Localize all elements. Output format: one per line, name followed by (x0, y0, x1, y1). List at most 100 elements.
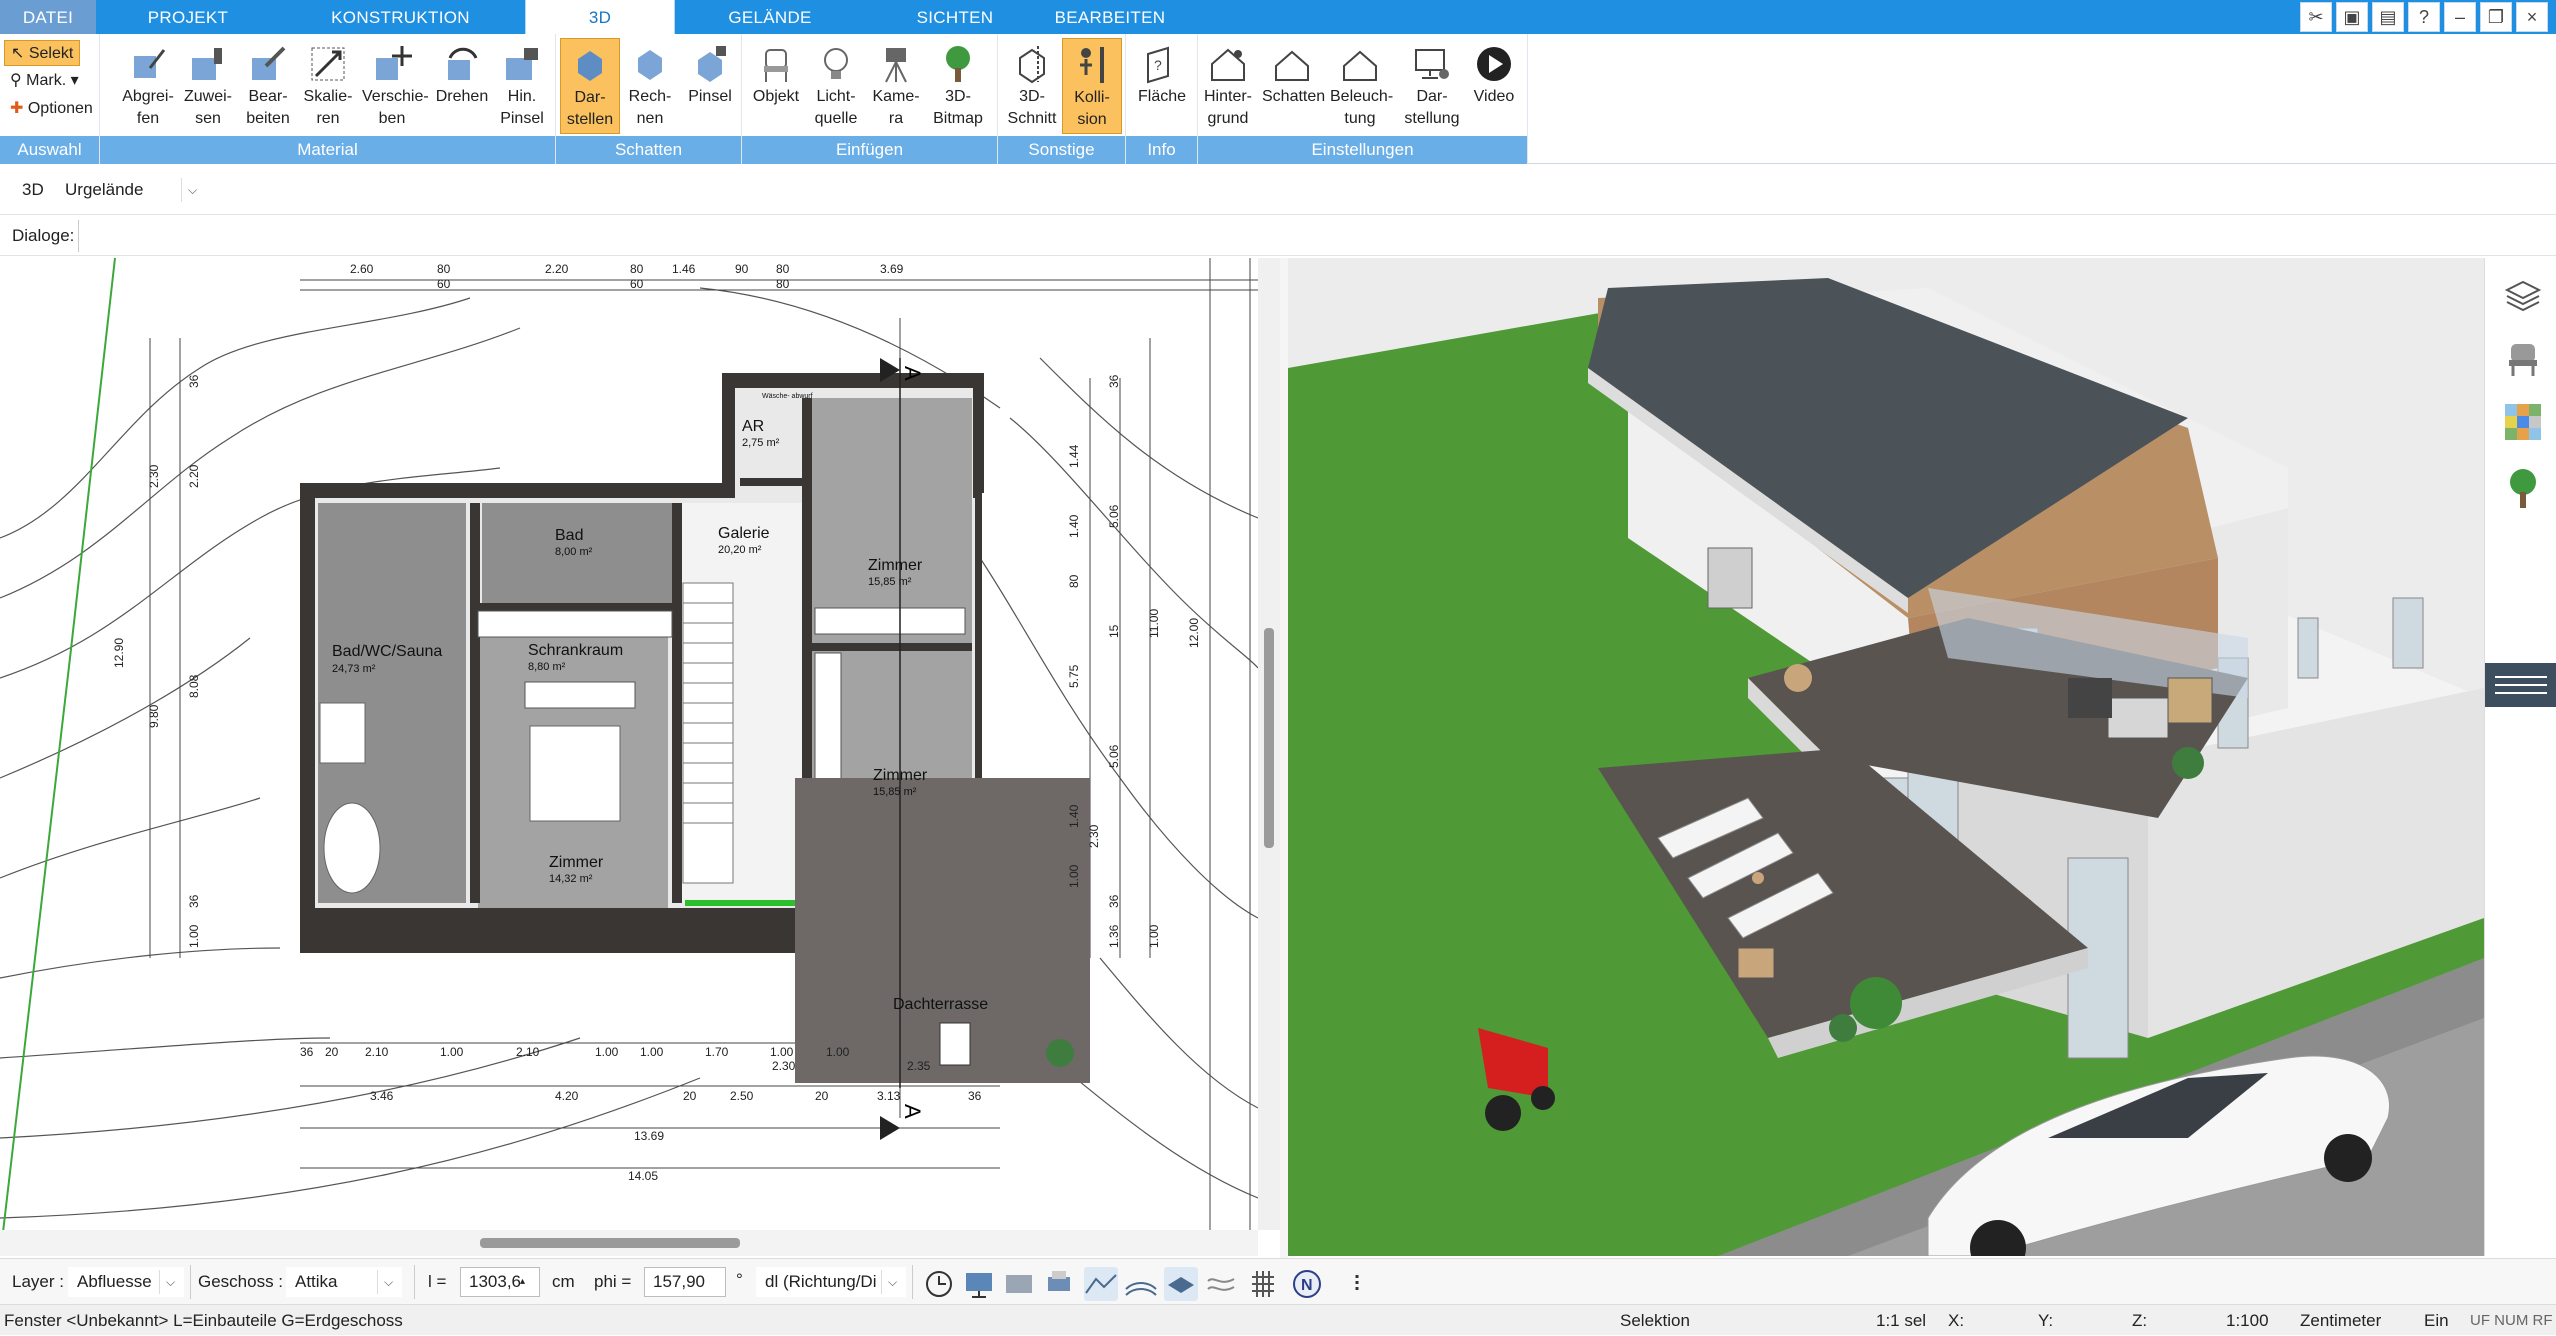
status-x: X: (1948, 1311, 1965, 1330)
view-splitter[interactable] (1280, 258, 1288, 1258)
layers-icon[interactable] (2503, 276, 2543, 316)
objekt-button[interactable]: Objekt (746, 38, 806, 134)
rotate-icon (448, 47, 478, 80)
tab-bearbeiten[interactable]: BEARBEITEN (1040, 0, 1180, 34)
mark-button[interactable]: ⚲ Mark. ▾ (4, 68, 85, 94)
layer-select[interactable]: Abfluesse ⌵ (68, 1267, 184, 1297)
svg-text:1.36: 1.36 (1107, 924, 1121, 948)
status-unit: Zentimeter (2300, 1311, 2382, 1330)
svg-text:2.30: 2.30 (1087, 824, 1101, 848)
minimize-icon[interactable]: – (2444, 2, 2476, 32)
dl-select[interactable]: dl (Richtung/Di ⌵ (756, 1267, 906, 1297)
3d-render[interactable] (1288, 258, 2484, 1256)
svg-text:?: ? (1154, 57, 1162, 73)
render-icon[interactable] (1002, 1267, 1036, 1301)
north-icon[interactable]: N (1290, 1267, 1324, 1301)
layer-stack-icon[interactable] (1164, 1267, 1198, 1301)
svg-text:20: 20 (683, 1089, 697, 1103)
length-input[interactable]: 1303,6 (460, 1267, 540, 1297)
grid-icon[interactable] (1246, 1267, 1280, 1301)
options-button[interactable]: ✚ Optionen (4, 96, 99, 122)
svg-text:36: 36 (968, 1089, 982, 1103)
divider (190, 1265, 191, 1299)
drehen-button[interactable]: Drehen (432, 38, 492, 134)
materials-icon[interactable] (2503, 402, 2543, 442)
tools-icon[interactable]: ✂ (2300, 2, 2332, 32)
3d-view[interactable] (1288, 258, 2484, 1256)
monitor-icon[interactable] (962, 1267, 996, 1301)
print-icon[interactable] (1042, 1267, 1076, 1301)
plan-vertical-scrollbar[interactable] (1258, 258, 1280, 1230)
length-stepper[interactable]: ▴ (520, 1267, 525, 1297)
svg-text:90: 90 (735, 262, 749, 276)
status-ein: Ein (2424, 1311, 2449, 1330)
svg-text:2.30: 2.30 (772, 1059, 796, 1073)
floor-plan-view[interactable]: A A Bad/WC/Sauna 24,73 m² Bad 8,00 m² Ga… (0, 258, 1258, 1230)
svg-text:60: 60 (437, 277, 451, 291)
plan-horizontal-scrollbar[interactable] (0, 1230, 1258, 1256)
skalieren-button[interactable]: Skalie- ren (298, 38, 358, 134)
flaeche-button[interactable]: ? Fläche (1132, 38, 1192, 134)
contour-view-icon[interactable] (1124, 1267, 1158, 1301)
tab-sichten[interactable]: SICHTEN (890, 0, 1020, 34)
dialog-toolbar: Dialoge: (0, 216, 2556, 256)
clock-icon[interactable] (922, 1267, 956, 1301)
darstellung-button[interactable]: Dar- stellung (1402, 38, 1462, 134)
lichtquelle-button[interactable]: Licht- quelle (806, 38, 866, 134)
restore-icon[interactable]: ❐ (2480, 2, 2512, 32)
tab-gelaende[interactable]: GELÄNDE (700, 0, 840, 34)
tab-projekt[interactable]: PROJEKT (118, 0, 258, 34)
beleuchtung-button[interactable]: Beleuch- tung (1330, 38, 1393, 134)
terrain-select[interactable]: Urgelände ⌵ (56, 175, 206, 205)
room-area: 24,73 m² (332, 663, 376, 675)
geschoss-select[interactable]: Attika ⌵ (286, 1267, 402, 1297)
group-label-schatten: Schatten (556, 136, 741, 164)
abgreifen-button[interactable]: Abgrei- fen (118, 38, 178, 134)
hin-pinsel-button[interactable]: Hin. Pinsel (492, 38, 552, 134)
select-button[interactable]: ↖ Selekt (4, 40, 81, 66)
svg-text:2.30: 2.30 (147, 464, 161, 488)
window-icon[interactable]: ▣ (2336, 2, 2368, 32)
furniture-icon[interactable] (2503, 338, 2543, 378)
rechnen-button[interactable]: Rech- nen (620, 38, 680, 134)
3d-schnitt-button[interactable]: 3D- Schnitt (1002, 38, 1062, 134)
tab-3d[interactable]: 3D (525, 0, 675, 34)
plant-pot (1829, 1014, 1857, 1042)
help-icon[interactable]: ? (2408, 2, 2440, 32)
palette-icon[interactable]: ▤ (2372, 2, 2404, 32)
3d-bitmap-button[interactable]: 3D- Bitmap (928, 38, 988, 134)
schatten-pinsel-button[interactable]: Pinsel (680, 38, 740, 134)
kollision-button[interactable]: Kolli- sion (1062, 38, 1122, 134)
hintergrund-button[interactable]: Hinter- grund (1198, 38, 1258, 134)
layer-label: Layer : (12, 1272, 64, 1291)
plants-icon[interactable] (2503, 466, 2543, 510)
more-icon[interactable] (1340, 1267, 1374, 1301)
group-label-auswahl: Auswahl (0, 136, 99, 164)
kamera-button[interactable]: Kame- ra (866, 38, 926, 134)
scroll-thumb[interactable] (480, 1238, 740, 1248)
floor-plan-canvas[interactable]: A A Bad/WC/Sauna 24,73 m² Bad 8,00 m² Ga… (0, 258, 1258, 1230)
phi-label: phi = (594, 1272, 632, 1291)
phi-input[interactable]: 157,90 (644, 1267, 726, 1297)
svg-text:11.00: 11.00 (1147, 609, 1161, 638)
close-icon[interactable]: × (2516, 2, 2548, 32)
zuweisen-button[interactable]: Zuwei- sen (178, 38, 238, 134)
bearbeiten-button[interactable]: Bear- beiten (238, 38, 298, 134)
menu-icon[interactable] (2485, 663, 2556, 707)
terrain-view-icon[interactable] (1084, 1267, 1118, 1301)
eyedropper-icon (134, 49, 166, 78)
monitor-settings-icon (1415, 49, 1449, 79)
tab-datei[interactable]: DATEI (0, 0, 96, 34)
verschieben-button[interactable]: Verschie- ben (362, 38, 429, 134)
svg-text:12.00: 12.00 (1187, 618, 1201, 648)
wave-icon[interactable] (1204, 1267, 1238, 1301)
status-flags: UF NUM RF (2470, 1312, 2553, 1329)
schatten-settings-button[interactable]: Schatten (1262, 38, 1325, 134)
scroll-thumb[interactable] (1264, 628, 1274, 848)
svg-text:1.40: 1.40 (1067, 804, 1081, 828)
tab-konstruktion[interactable]: KONSTRUKTION (318, 0, 483, 34)
darstellen-button[interactable]: Dar- stellen (560, 38, 620, 134)
svg-text:36: 36 (187, 894, 201, 908)
video-button[interactable]: Video (1464, 38, 1524, 134)
group-label-einstellungen: Einstellungen (1198, 136, 1527, 164)
